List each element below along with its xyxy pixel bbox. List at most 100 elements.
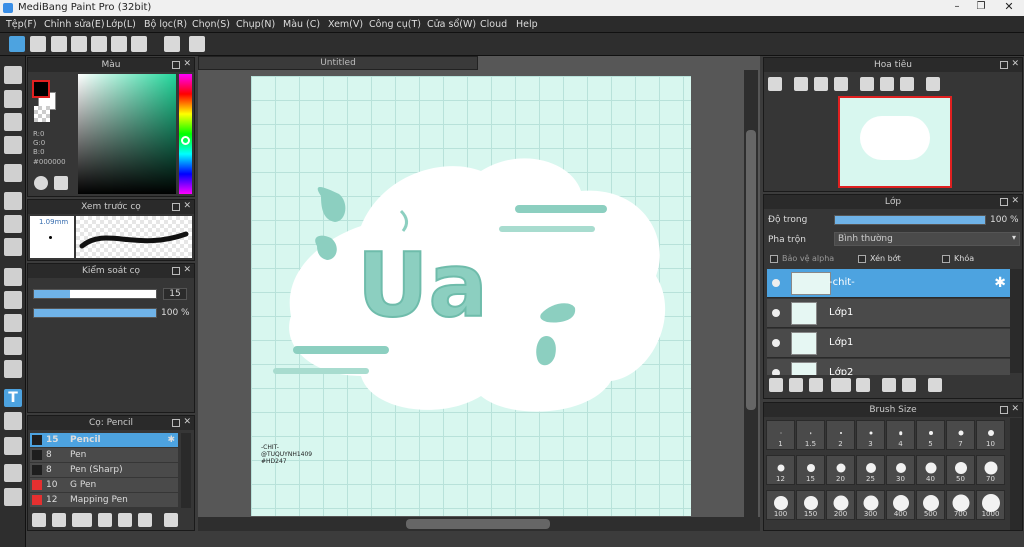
select-eraser-icon[interactable] — [4, 360, 22, 378]
select-pen-icon[interactable] — [4, 136, 22, 154]
menu-help[interactable]: Help — [516, 19, 538, 30]
brush-tool-icon[interactable] — [4, 66, 22, 84]
gradient-tool-icon[interactable] — [4, 238, 22, 256]
close-icon[interactable]: ✕ — [996, 0, 1022, 15]
new-layer-icon[interactable] — [769, 378, 783, 392]
clipping-checkbox[interactable] — [858, 255, 866, 263]
eye-icon[interactable] — [772, 279, 780, 287]
brush-opacity-slider[interactable] — [33, 308, 157, 318]
undo-icon[interactable] — [164, 36, 180, 52]
horizontal-scroll-thumb[interactable] — [406, 519, 550, 529]
brush-size-cell[interactable]: 25 — [856, 455, 885, 485]
magic-wand-icon[interactable] — [4, 314, 22, 332]
brush-size-cell[interactable]: 5 — [916, 420, 945, 450]
grid-icon[interactable] — [111, 36, 127, 52]
redo-icon[interactable] — [189, 36, 205, 52]
brush-size-cell[interactable]: 40 — [916, 455, 945, 485]
new-halftone-layer-icon[interactable] — [789, 378, 803, 392]
blend-mode-select[interactable]: Bình thường ▾ — [834, 232, 1020, 246]
vertical-scrollbar[interactable] — [744, 70, 758, 517]
rotate-right-icon[interactable] — [900, 77, 914, 91]
select-brush-icon[interactable] — [4, 337, 22, 355]
gear-icon[interactable]: ✱ — [994, 275, 1006, 291]
brush-size-cell[interactable]: 700 — [946, 490, 975, 520]
eyedropper-icon[interactable] — [4, 464, 22, 482]
brush-item-pen-sharp[interactable]: 8 Pen (Sharp) — [30, 463, 178, 477]
expand-icon[interactable] — [172, 61, 180, 69]
brush-item-mapping-pen[interactable]: 12 Mapping Pen — [30, 493, 178, 507]
add-brush-icon[interactable] — [72, 513, 92, 527]
layer-row-lop1[interactable]: Lớp1 — [767, 299, 1010, 328]
rotate-left-icon[interactable] — [860, 77, 874, 91]
brush-size-cell[interactable]: 50 — [946, 455, 975, 485]
transparent-swatch[interactable] — [34, 106, 50, 122]
brush-size-cell[interactable]: 300 — [856, 490, 885, 520]
brush-size-slider[interactable] — [33, 289, 157, 299]
rectangle-tool-icon[interactable] — [4, 113, 22, 131]
hand-tool-icon[interactable] — [4, 488, 22, 506]
hue-slider[interactable] — [179, 74, 192, 194]
zoom-fit-icon[interactable] — [768, 77, 782, 91]
layer-scrollbar[interactable] — [1010, 269, 1022, 373]
close-icon[interactable]: ✕ — [183, 417, 191, 427]
brush-size-cell[interactable]: 100 — [766, 490, 795, 520]
actual-size-icon[interactable] — [814, 77, 828, 91]
brush-size-cell[interactable]: 10 — [976, 420, 1005, 450]
brush-item-pencil[interactable]: 15 Pencil ✱ — [30, 433, 178, 447]
trash-icon[interactable] — [928, 378, 942, 392]
bucket-tool-icon[interactable] — [4, 215, 22, 233]
trash-icon[interactable] — [164, 513, 178, 527]
lasso-tool-icon[interactable] — [4, 291, 22, 309]
reset-rotation-icon[interactable] — [880, 77, 894, 91]
restore-icon[interactable]: ❐ — [970, 1, 992, 14]
expand-icon[interactable] — [1000, 406, 1008, 414]
new-brush-icon[interactable] — [52, 513, 66, 527]
expand-icon[interactable] — [172, 203, 180, 211]
brush-size-cell[interactable]: 1.5 — [796, 420, 825, 450]
brush-size-cell[interactable]: 12 — [766, 455, 795, 485]
fill-rect-icon[interactable] — [4, 192, 22, 210]
page-icon[interactable] — [91, 36, 107, 52]
protect-alpha-checkbox[interactable] — [770, 255, 778, 263]
brush-size-cell[interactable]: 30 — [886, 455, 915, 485]
brush-settings-icon[interactable] — [98, 513, 112, 527]
move-tool-icon[interactable] — [4, 164, 22, 182]
brush-size-cell[interactable]: 3 — [856, 420, 885, 450]
brush-size-cell[interactable]: 500 — [916, 490, 945, 520]
brush-size-cell[interactable]: 7 — [946, 420, 975, 450]
brush-size-cell[interactable]: 1000 — [976, 490, 1005, 520]
menu-filter[interactable]: Bộ lọc(R) — [144, 19, 187, 30]
layer-opacity-slider[interactable] — [834, 215, 986, 225]
brush-size-cell[interactable]: 150 — [796, 490, 825, 520]
eye-icon[interactable] — [772, 369, 780, 375]
brush-size-cell[interactable]: 2 — [826, 420, 855, 450]
tile-icon[interactable] — [131, 36, 147, 52]
add-layer-menu-icon[interactable] — [831, 378, 851, 392]
color-mode-icon[interactable] — [54, 176, 68, 190]
close-icon[interactable]: ✕ — [183, 201, 191, 211]
brush-size-cell[interactable]: 4 — [886, 420, 915, 450]
primary-color-swatch[interactable] — [32, 80, 50, 98]
brush-item-pen[interactable]: 8 Pen — [30, 448, 178, 462]
duplicate-icon[interactable] — [138, 513, 152, 527]
cloud-brush-icon[interactable] — [32, 513, 46, 527]
cloud-icon[interactable] — [9, 36, 25, 52]
flip-icon[interactable] — [926, 77, 940, 91]
brush-size-cell[interactable]: 70 — [976, 455, 1005, 485]
expand-icon[interactable] — [1000, 61, 1008, 69]
lock-checkbox[interactable] — [942, 255, 950, 263]
gear-icon[interactable]: ✱ — [167, 433, 175, 447]
expand-icon[interactable] — [1000, 198, 1008, 206]
new-8bit-layer-icon[interactable] — [809, 378, 823, 392]
brush-size-cell[interactable]: 200 — [826, 490, 855, 520]
zoom-in-icon[interactable] — [794, 77, 808, 91]
duplicate-layer-icon[interactable] — [882, 378, 896, 392]
brush-size-cell[interactable]: 400 — [886, 490, 915, 520]
eye-icon[interactable] — [772, 339, 780, 347]
brush-size-cell[interactable]: 1 — [766, 420, 795, 450]
horizontal-scrollbar[interactable] — [198, 517, 760, 531]
layer-row-lop2[interactable]: Lớp2 — [767, 359, 1010, 375]
zoom-out-icon[interactable] — [834, 77, 848, 91]
operation-tool-icon[interactable] — [4, 412, 22, 430]
brush-size-cell[interactable]: 20 — [826, 455, 855, 485]
